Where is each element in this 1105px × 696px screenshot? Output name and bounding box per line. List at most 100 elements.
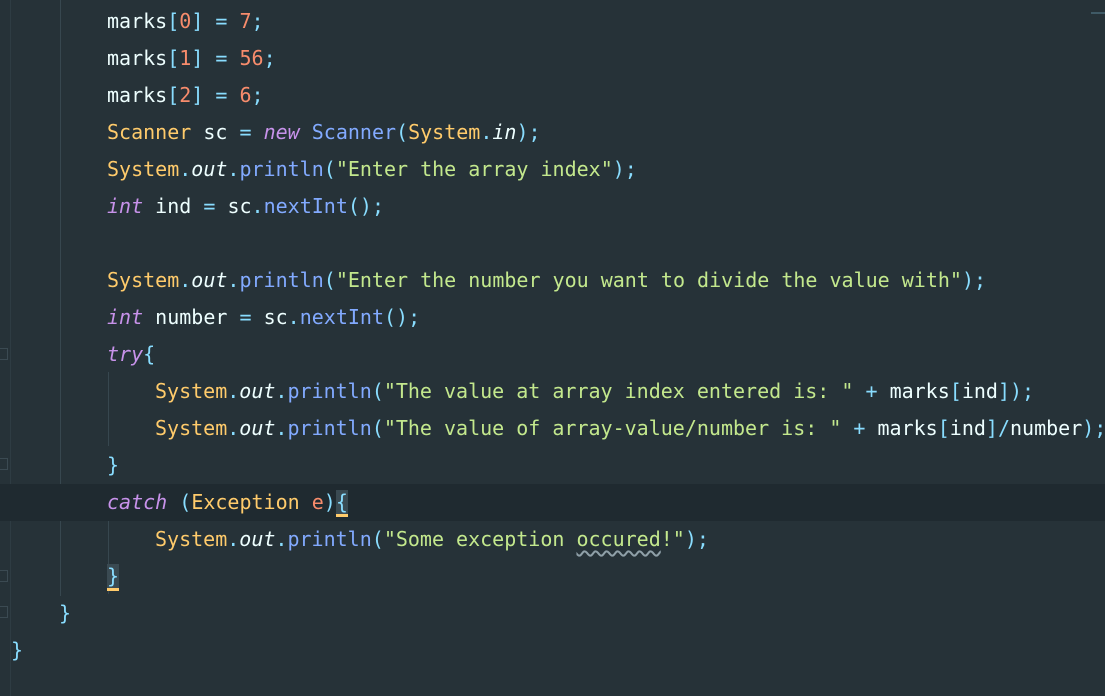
code-line[interactable]: }	[0, 595, 1105, 632]
code-line[interactable]: System.out.println("The value at array i…	[0, 373, 1105, 410]
number-literal: 0	[179, 9, 192, 33]
string-literal: "The value of array-value/number is: "	[383, 416, 842, 440]
identifier: marks	[107, 9, 168, 33]
parameter: e	[311, 490, 324, 514]
paren: );	[1010, 379, 1035, 403]
bracket: [	[937, 416, 950, 440]
paren: );	[1082, 416, 1105, 440]
code-line[interactable]: Scanner sc = new Scanner(System.in);	[0, 114, 1105, 151]
identifier: ind	[949, 416, 986, 440]
identifier: marks	[877, 416, 938, 440]
constructor: Scanner	[311, 120, 397, 144]
dot: .	[251, 194, 264, 218]
dot: .	[227, 416, 240, 440]
string-literal: "The value at array index entered is: "	[383, 379, 854, 403]
dot: .	[227, 157, 240, 181]
string-literal: "Enter the number you want to divide the…	[335, 268, 962, 292]
paren: (	[371, 416, 384, 440]
method-call: println	[287, 416, 372, 440]
field: in	[492, 120, 517, 144]
code-line[interactable]: }	[0, 632, 1105, 669]
operator: /	[997, 416, 1010, 440]
paren: ();	[384, 305, 421, 329]
code-line[interactable]: marks[2] = 6;	[0, 77, 1105, 114]
bracket: ]	[997, 379, 1010, 403]
code-line[interactable]: }	[0, 447, 1105, 484]
code-line[interactable]: System.out.println("Some exception occur…	[0, 521, 1105, 558]
bracket: [	[949, 379, 962, 403]
paren: (	[396, 120, 409, 144]
paren: (	[323, 268, 336, 292]
brace: }	[11, 638, 24, 662]
code-line-current[interactable]: catch (Exception e){	[0, 484, 1105, 521]
keyword: int	[107, 194, 144, 218]
bracket: ]	[985, 416, 998, 440]
paren: );	[612, 157, 637, 181]
method-call: println	[239, 157, 324, 181]
class-name: System	[155, 379, 228, 403]
string-literal: !"	[660, 527, 685, 551]
paren: );	[961, 268, 987, 292]
code-line[interactable]: System.out.println("Enter the number you…	[0, 262, 1105, 299]
dot: .	[275, 527, 288, 551]
code-line[interactable]: System.out.println("Enter the array inde…	[0, 151, 1105, 188]
identifier: sc	[263, 305, 288, 329]
identifier: marks	[107, 83, 168, 107]
code-line[interactable]: marks[0] = 7;	[0, 3, 1105, 40]
code-line[interactable]: int ind = sc.nextInt();	[0, 188, 1105, 225]
operator: =	[215, 46, 228, 70]
code-line-empty[interactable]	[0, 225, 1105, 262]
method-call: println	[287, 527, 372, 551]
operator: +	[853, 416, 866, 440]
number-literal: 2	[179, 83, 192, 107]
identifier: ind	[155, 194, 192, 218]
class-name: Scanner	[107, 120, 192, 144]
field: out	[191, 268, 228, 292]
keyword: catch	[107, 490, 168, 514]
code-line[interactable]: try{	[0, 336, 1105, 373]
code-line[interactable]: int number = sc.nextInt();	[0, 299, 1105, 336]
method-call: nextInt	[299, 305, 384, 329]
paren: )	[323, 490, 336, 514]
keyword: int	[107, 305, 144, 329]
dot: .	[227, 268, 240, 292]
dot: .	[227, 527, 240, 551]
class-name: System	[155, 416, 228, 440]
paren: (	[179, 490, 192, 514]
operator: +	[865, 379, 878, 403]
number-literal: 7	[239, 9, 252, 33]
semicolon: ;	[263, 46, 276, 70]
code-line[interactable]: }	[0, 558, 1105, 595]
bracket: ]	[191, 83, 204, 107]
field: out	[191, 157, 228, 181]
class-name: System	[408, 120, 481, 144]
bracket: [	[167, 9, 180, 33]
number-literal: 6	[239, 83, 252, 107]
code-line[interactable]: System.out.println("The value of array-v…	[0, 410, 1105, 447]
code-editor[interactable]: marks[0] = 7; marks[1] = 56; marks[2] = …	[0, 0, 1105, 696]
code-line[interactable]: marks[1] = 56;	[0, 40, 1105, 77]
brace: {	[143, 342, 156, 366]
identifier: number	[1010, 416, 1083, 440]
identifier: sc	[203, 120, 228, 144]
bracket: ]	[191, 9, 204, 33]
paren: );	[684, 527, 709, 551]
matched-brace: {	[335, 490, 348, 517]
string-literal: "Some exception	[383, 527, 577, 551]
paren: );	[516, 120, 541, 144]
paren: ();	[347, 194, 384, 218]
field: out	[239, 416, 276, 440]
dot: .	[275, 379, 288, 403]
class-name: System	[155, 527, 228, 551]
identifier: sc	[227, 194, 252, 218]
operator: =	[215, 83, 228, 107]
operator: =	[203, 194, 216, 218]
paren: (	[371, 379, 384, 403]
spelling-warning[interactable]: occured	[576, 527, 660, 551]
identifier: number	[155, 305, 228, 329]
identifier: ind	[961, 379, 998, 403]
field: out	[239, 527, 276, 551]
string-literal: "Enter the array index"	[335, 157, 613, 181]
keyword: try	[107, 342, 144, 366]
semicolon: ;	[251, 83, 264, 107]
